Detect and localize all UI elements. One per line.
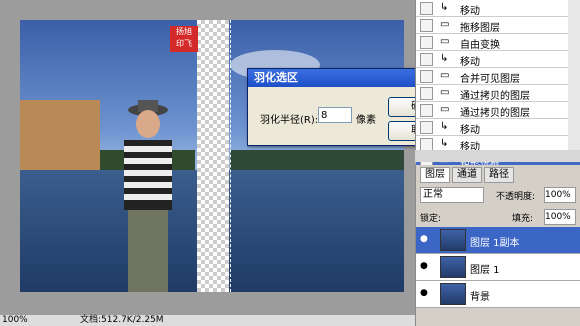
- history-icon: ▭: [440, 36, 450, 47]
- history-item[interactable]: ↳ 移动: [416, 0, 580, 17]
- layer-thumbnail: [440, 229, 466, 251]
- lock-label: 锁定:: [420, 214, 442, 224]
- canvas-area[interactable]: 扬旭 印飞: [0, 0, 415, 315]
- history-item[interactable]: ↳ 移动: [416, 51, 580, 68]
- history-item-label: 移动: [460, 57, 480, 68]
- history-checkbox[interactable]: [420, 104, 433, 117]
- logo-stamp: 扬旭 印飞: [170, 26, 198, 52]
- selection-marquee: [230, 20, 232, 292]
- history-item[interactable]: ▭ 拖移图层: [416, 17, 580, 34]
- eye-icon[interactable]: ●: [420, 288, 432, 298]
- tab-channels[interactable]: 通道: [452, 167, 482, 183]
- doc-info: 文档:512.7K/2.25M: [80, 315, 164, 325]
- history-icon: ↳: [440, 121, 449, 132]
- feather-radius-label: 羽化半径(R):: [260, 115, 319, 126]
- zoom-level[interactable]: 100%: [2, 315, 28, 326]
- layer-name: 图层 1: [470, 265, 500, 276]
- history-icon: ▭: [440, 19, 450, 30]
- layer-name: 图层 1副本: [470, 238, 520, 249]
- blend-mode-select[interactable]: 正常: [420, 187, 484, 203]
- history-checkbox[interactable]: [420, 121, 433, 134]
- history-checkbox[interactable]: [420, 36, 433, 49]
- history-item-label: 移动: [460, 6, 480, 17]
- tab-paths[interactable]: 路径: [484, 167, 514, 183]
- opacity-input[interactable]: 100%: [544, 187, 576, 203]
- history-item[interactable]: ▭ 通过拷贝的图层: [416, 85, 580, 102]
- fill-input[interactable]: 100%: [544, 209, 576, 225]
- layer-row[interactable]: ● 图层 1: [416, 254, 580, 281]
- history-item[interactable]: ↳ 移动: [416, 119, 580, 136]
- tab-layers[interactable]: 图层: [420, 167, 450, 183]
- layers-panel: 图层 通道 路径 正常 不透明度: 100% 锁定: 填充: 100% ● 图层 …: [415, 165, 580, 326]
- history-item[interactable]: ▭ 合并可见图层: [416, 68, 580, 85]
- history-icon: ▭: [440, 87, 450, 98]
- history-item-label: 拖移图层: [460, 23, 500, 34]
- history-icon: ↳: [440, 2, 449, 13]
- fill-label: 填充:: [512, 214, 534, 224]
- history-item-label: 通过拷贝的图层: [460, 91, 530, 102]
- opacity-label: 不透明度:: [496, 192, 536, 202]
- history-item-label: 移动: [460, 125, 480, 136]
- eye-icon[interactable]: ●: [420, 234, 432, 244]
- layer-row[interactable]: ● 背景: [416, 281, 580, 308]
- transparent-strip: [197, 20, 229, 292]
- history-checkbox[interactable]: [420, 87, 433, 100]
- history-scrollbar[interactable]: [568, 0, 580, 150]
- document-image[interactable]: 扬旭 印飞: [20, 20, 404, 292]
- trees: [230, 150, 404, 172]
- history-item-label: 通过拷贝的图层: [460, 108, 530, 119]
- unit-label: 像素: [356, 115, 376, 126]
- feather-radius-input[interactable]: [318, 107, 352, 123]
- history-checkbox[interactable]: [420, 70, 433, 83]
- history-icon: ↳: [440, 138, 449, 149]
- layer-name: 背景: [470, 292, 490, 303]
- history-panel: ↳ 移动 ▭ 拖移图层 ▭ 自由变换 ↳ 移动 ▭ 合并可见图层 ▭ 通过拷贝的图层 ▭ 通过拷贝的图层 ↳…: [415, 0, 580, 170]
- layer-thumbnail: [440, 256, 466, 278]
- history-icon: ↳: [440, 53, 449, 64]
- history-icon: ▭: [440, 70, 450, 81]
- history-item[interactable]: ▭ 通过拷贝的图层: [416, 102, 580, 119]
- castle: [20, 100, 100, 170]
- eye-icon[interactable]: ●: [420, 261, 432, 271]
- layer-row[interactable]: ● 图层 1副本: [416, 227, 580, 254]
- history-checkbox[interactable]: [420, 2, 433, 15]
- dialog-title: 羽化选区: [254, 71, 298, 84]
- status-bar: 100% 文档:512.7K/2.25M: [0, 315, 415, 326]
- history-checkbox[interactable]: [420, 19, 433, 32]
- person-figure: [124, 100, 172, 292]
- history-item-label: 自由变换: [460, 40, 500, 51]
- history-footer: [415, 150, 580, 162]
- layer-thumbnail: [440, 283, 466, 305]
- history-item-label: 合并可见图层: [460, 74, 520, 85]
- history-item[interactable]: ▭ 自由变换: [416, 34, 580, 51]
- history-checkbox[interactable]: [420, 53, 433, 66]
- history-icon: ▭: [440, 104, 450, 115]
